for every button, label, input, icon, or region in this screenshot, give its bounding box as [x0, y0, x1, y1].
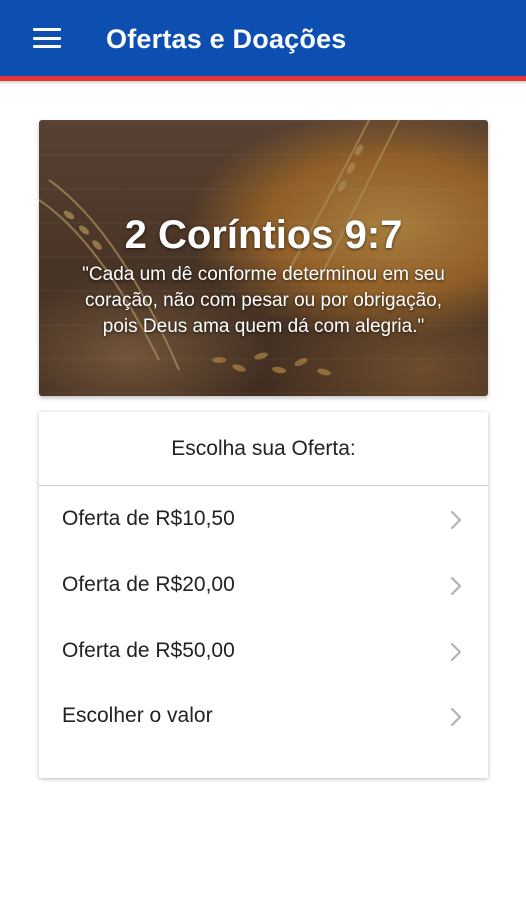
offer-card: Escolha sua Oferta: Oferta de R$10,50 Of…	[39, 412, 488, 778]
verse-reference: 2 Coríntios 9:7	[124, 213, 403, 257]
verse-quote: "Cada um dê conforme determinou em seu c…	[49, 262, 478, 340]
offer-card-header: Escolha sua Oferta:	[39, 412, 488, 486]
chevron-right-icon	[450, 642, 462, 662]
verse-quote-line: coração, não com pesar ou por obrigação,	[85, 290, 442, 311]
chevron-right-icon	[450, 510, 462, 530]
offer-option-20-00[interactable]: Oferta de R$20,00	[39, 553, 488, 617]
offer-option-label: Oferta de R$20,00	[62, 573, 235, 596]
verse-quote-line: pois Deus ama quem dá com alegria."	[102, 316, 425, 337]
chevron-right-icon	[450, 576, 462, 596]
app-bar-shadow	[0, 81, 526, 85]
offer-option-label: Escolher o valor	[62, 704, 213, 727]
offer-option-10-50[interactable]: Oferta de R$10,50	[39, 487, 488, 551]
app-bar: Ofertas e Doações	[0, 0, 526, 76]
menu-icon	[33, 28, 61, 48]
offer-option-label: Oferta de R$10,50	[62, 507, 235, 530]
offer-option-50-00[interactable]: Oferta de R$50,00	[39, 619, 488, 683]
verse-quote-line: "Cada um dê conforme determinou em seu	[82, 264, 445, 285]
verse-banner: 2 Coríntios 9:7 "Cada um dê conforme det…	[39, 120, 488, 396]
chevron-right-icon	[450, 707, 462, 727]
menu-button[interactable]	[22, 18, 72, 58]
page-title: Ofertas e Doações	[106, 24, 347, 54]
offer-option-label: Oferta de R$50,00	[62, 639, 235, 662]
offer-option-custom-value[interactable]: Escolher o valor	[39, 684, 488, 748]
